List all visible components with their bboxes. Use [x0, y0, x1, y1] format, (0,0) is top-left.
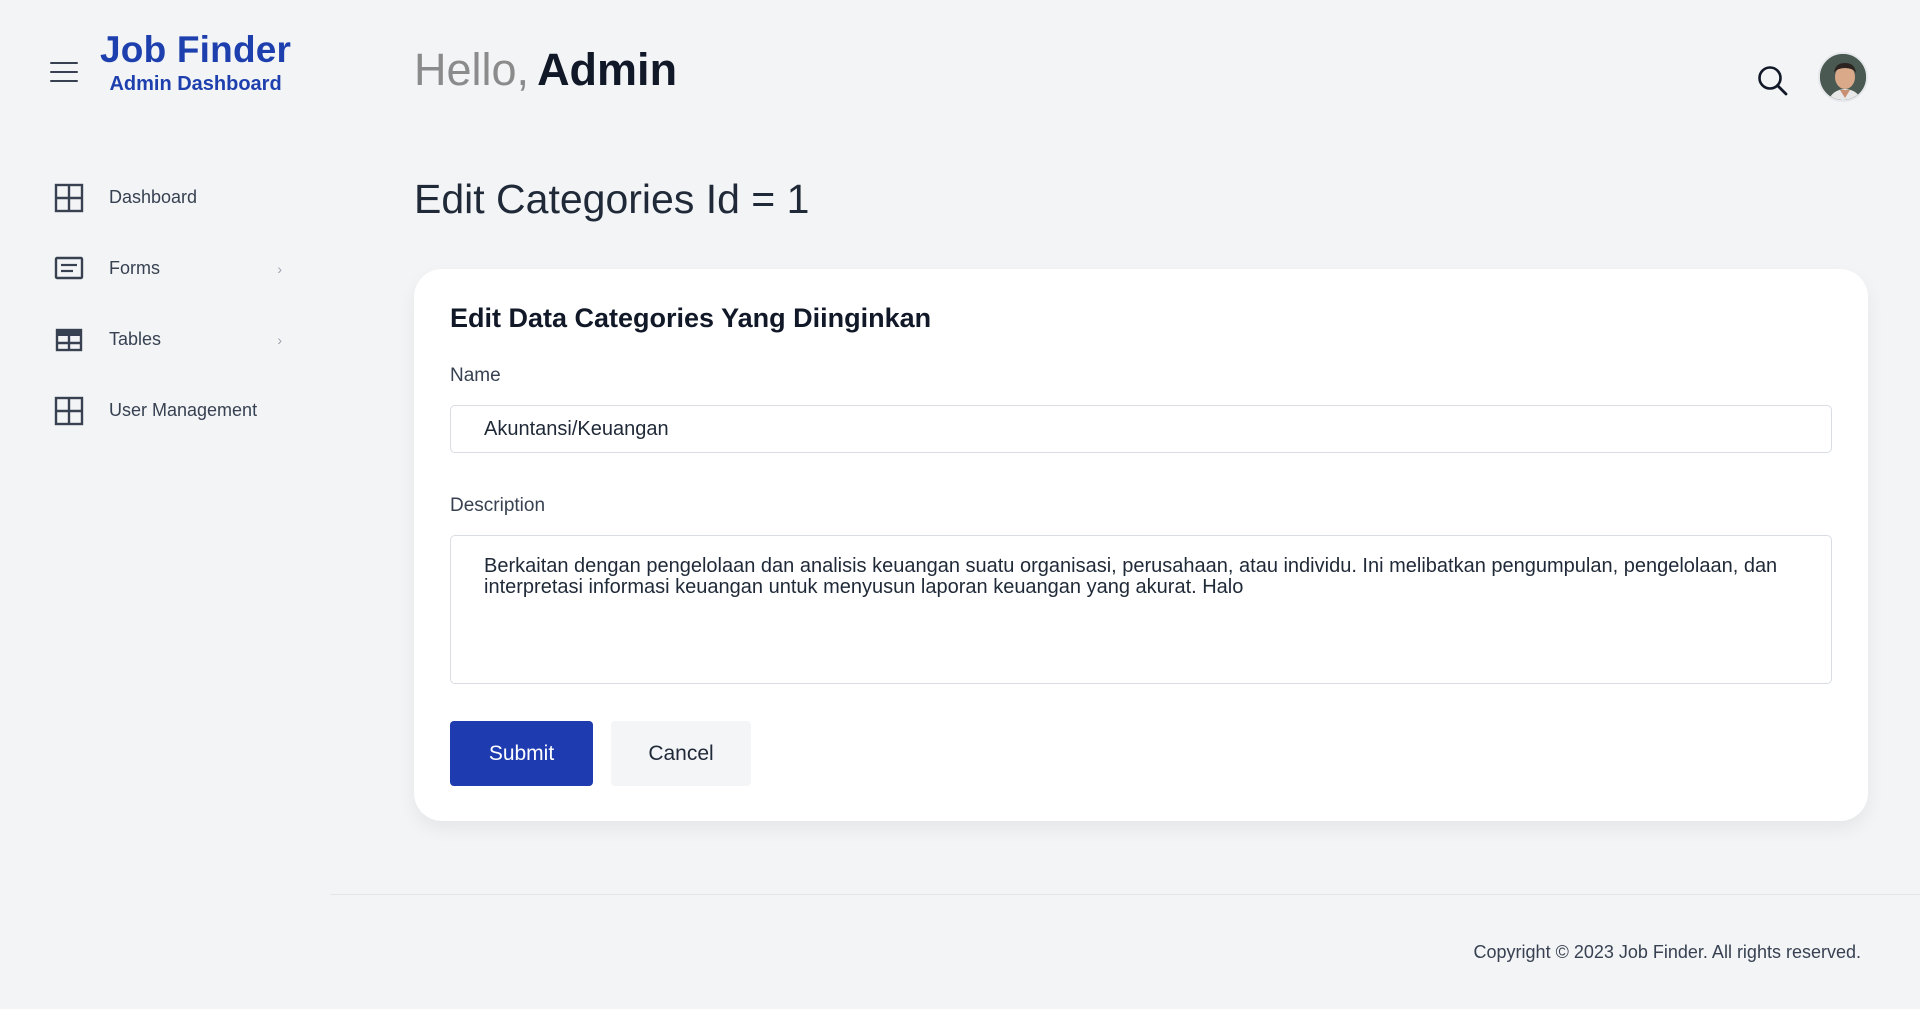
brand-logo[interactable]: Job Finder Admin Dashboard	[100, 30, 291, 96]
brand-subtitle: Admin Dashboard	[109, 73, 282, 95]
name-field[interactable]	[450, 405, 1832, 453]
sidebar-item-tables[interactable]: Tables ›	[52, 304, 282, 375]
brand-row: Job Finder Admin Dashboard	[50, 30, 291, 96]
sidebar-item-label: Forms	[109, 258, 160, 278]
submit-button[interactable]: Submit	[450, 721, 593, 786]
footer-divider	[330, 894, 1920, 895]
sidebar-item-dashboard[interactable]: Dashboard	[52, 162, 282, 233]
sidebar-item-forms[interactable]: Forms ›	[52, 233, 282, 304]
card-title: Edit Data Categories Yang Diinginkan	[450, 303, 932, 333]
sidebar-nav: Dashboard Forms › Tables › User Manageme…	[52, 162, 282, 446]
grid-icon	[52, 181, 86, 215]
sidebar-item-label: Dashboard	[109, 187, 198, 207]
copyright-text: Copyright © 2023 Job Finder. All rights …	[1473, 942, 1861, 962]
cancel-button[interactable]: Cancel	[611, 721, 751, 786]
chevron-right-icon: ›	[277, 260, 282, 277]
description-field[interactable]: Berkaitan dengan pengelolaan dan analisi…	[450, 535, 1832, 684]
name-label: Name	[450, 365, 501, 386]
sidebar: Job Finder Admin Dashboard Dashboard For…	[0, 0, 330, 1009]
edit-category-card: Edit Data Categories Yang Diinginkan Nam…	[414, 269, 1868, 821]
sidebar-item-label: Tables	[109, 329, 162, 349]
grid-icon	[52, 394, 86, 428]
app-root: Job Finder Admin Dashboard Dashboard For…	[0, 0, 1920, 1009]
search-icon[interactable]	[1756, 64, 1790, 98]
brand-title: Job Finder	[100, 29, 292, 70]
avatar[interactable]	[1818, 52, 1868, 102]
chevron-right-icon: ›	[277, 331, 282, 348]
sidebar-item-user-management[interactable]: User Management	[52, 375, 282, 446]
greeting-hello: Hello,	[414, 44, 530, 95]
form-icon	[52, 252, 86, 286]
sidebar-item-label: User Management	[109, 400, 258, 420]
table-icon	[52, 323, 86, 357]
greeting: Hello, Admin	[414, 44, 677, 96]
page-title: Edit Categories Id = 1	[414, 176, 810, 222]
greeting-user: Admin	[537, 44, 678, 95]
menu-icon[interactable]	[50, 62, 78, 84]
description-label: Description	[450, 495, 546, 516]
